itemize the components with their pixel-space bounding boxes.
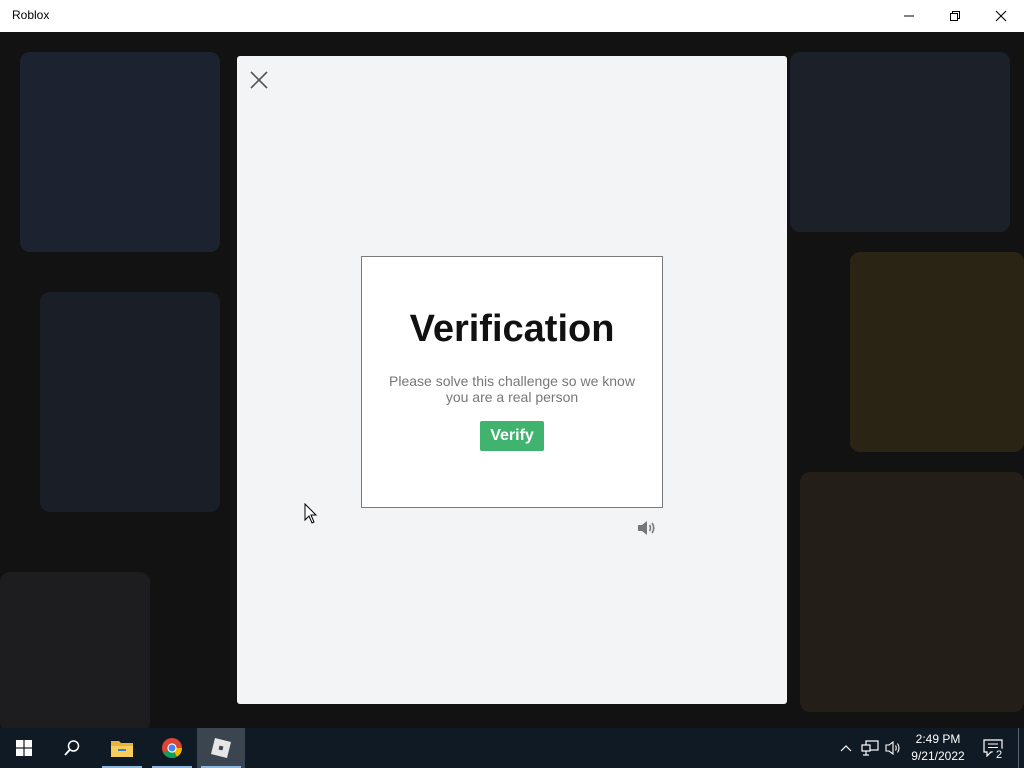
minimize-icon xyxy=(904,15,914,17)
chrome-icon xyxy=(162,738,183,759)
close-icon xyxy=(250,71,268,89)
window-title: Roblox xyxy=(12,8,50,22)
background-tile xyxy=(800,472,1024,712)
start-button[interactable] xyxy=(0,728,48,768)
roblox-button[interactable] xyxy=(197,728,245,768)
network-icon xyxy=(861,740,879,756)
chrome-button[interactable] xyxy=(148,728,196,768)
windows-logo-icon xyxy=(16,740,32,756)
background-tile xyxy=(40,292,220,512)
audio-challenge-button[interactable] xyxy=(636,519,658,537)
challenge-box: Verification Please solve this challenge… xyxy=(361,256,663,508)
notification-count-badge: 2 xyxy=(992,748,1006,762)
mouse-cursor-icon xyxy=(304,503,318,524)
clock-date: 9/21/2022 xyxy=(911,749,965,763)
verification-modal: Verification Please solve this challenge… xyxy=(237,56,787,704)
taskbar: 2:49 PM 9/21/2022 xyxy=(0,728,1024,768)
close-icon xyxy=(995,10,1007,22)
file-explorer-button[interactable] xyxy=(98,728,146,768)
search-icon xyxy=(64,740,80,756)
minimize-button[interactable] xyxy=(886,0,932,32)
window-close-button[interactable] xyxy=(978,0,1024,32)
modal-close-button[interactable] xyxy=(249,70,269,90)
taskbar-clock[interactable]: 2:49 PM 9/21/2022 xyxy=(906,731,970,765)
volume-icon xyxy=(885,740,900,756)
show-desktop-button[interactable] xyxy=(1018,728,1024,768)
background-tile xyxy=(850,252,1024,452)
screen: Roblox Verification Please solve this ch… xyxy=(0,0,1024,768)
volume-button[interactable] xyxy=(884,728,904,768)
verify-button[interactable]: Verify xyxy=(480,421,544,451)
background-tile xyxy=(0,572,150,728)
folder-icon xyxy=(111,741,133,757)
tray-overflow-button[interactable] xyxy=(838,728,854,768)
clock-time: 2:49 PM xyxy=(915,732,961,746)
network-button[interactable] xyxy=(860,728,880,768)
window-titlebar[interactable]: Roblox xyxy=(0,0,1024,32)
background-tile xyxy=(790,52,1010,232)
search-button[interactable] xyxy=(48,728,96,768)
restore-icon xyxy=(950,11,960,21)
chevron-up-icon xyxy=(840,745,852,752)
roblox-icon xyxy=(211,738,231,758)
restore-button[interactable] xyxy=(932,0,978,32)
action-center-button[interactable] xyxy=(978,728,1008,768)
challenge-description: Please solve this challenge so we know y… xyxy=(389,373,635,405)
challenge-title: Verification xyxy=(409,308,615,350)
speaker-icon xyxy=(638,521,655,535)
background-tile xyxy=(20,52,220,252)
